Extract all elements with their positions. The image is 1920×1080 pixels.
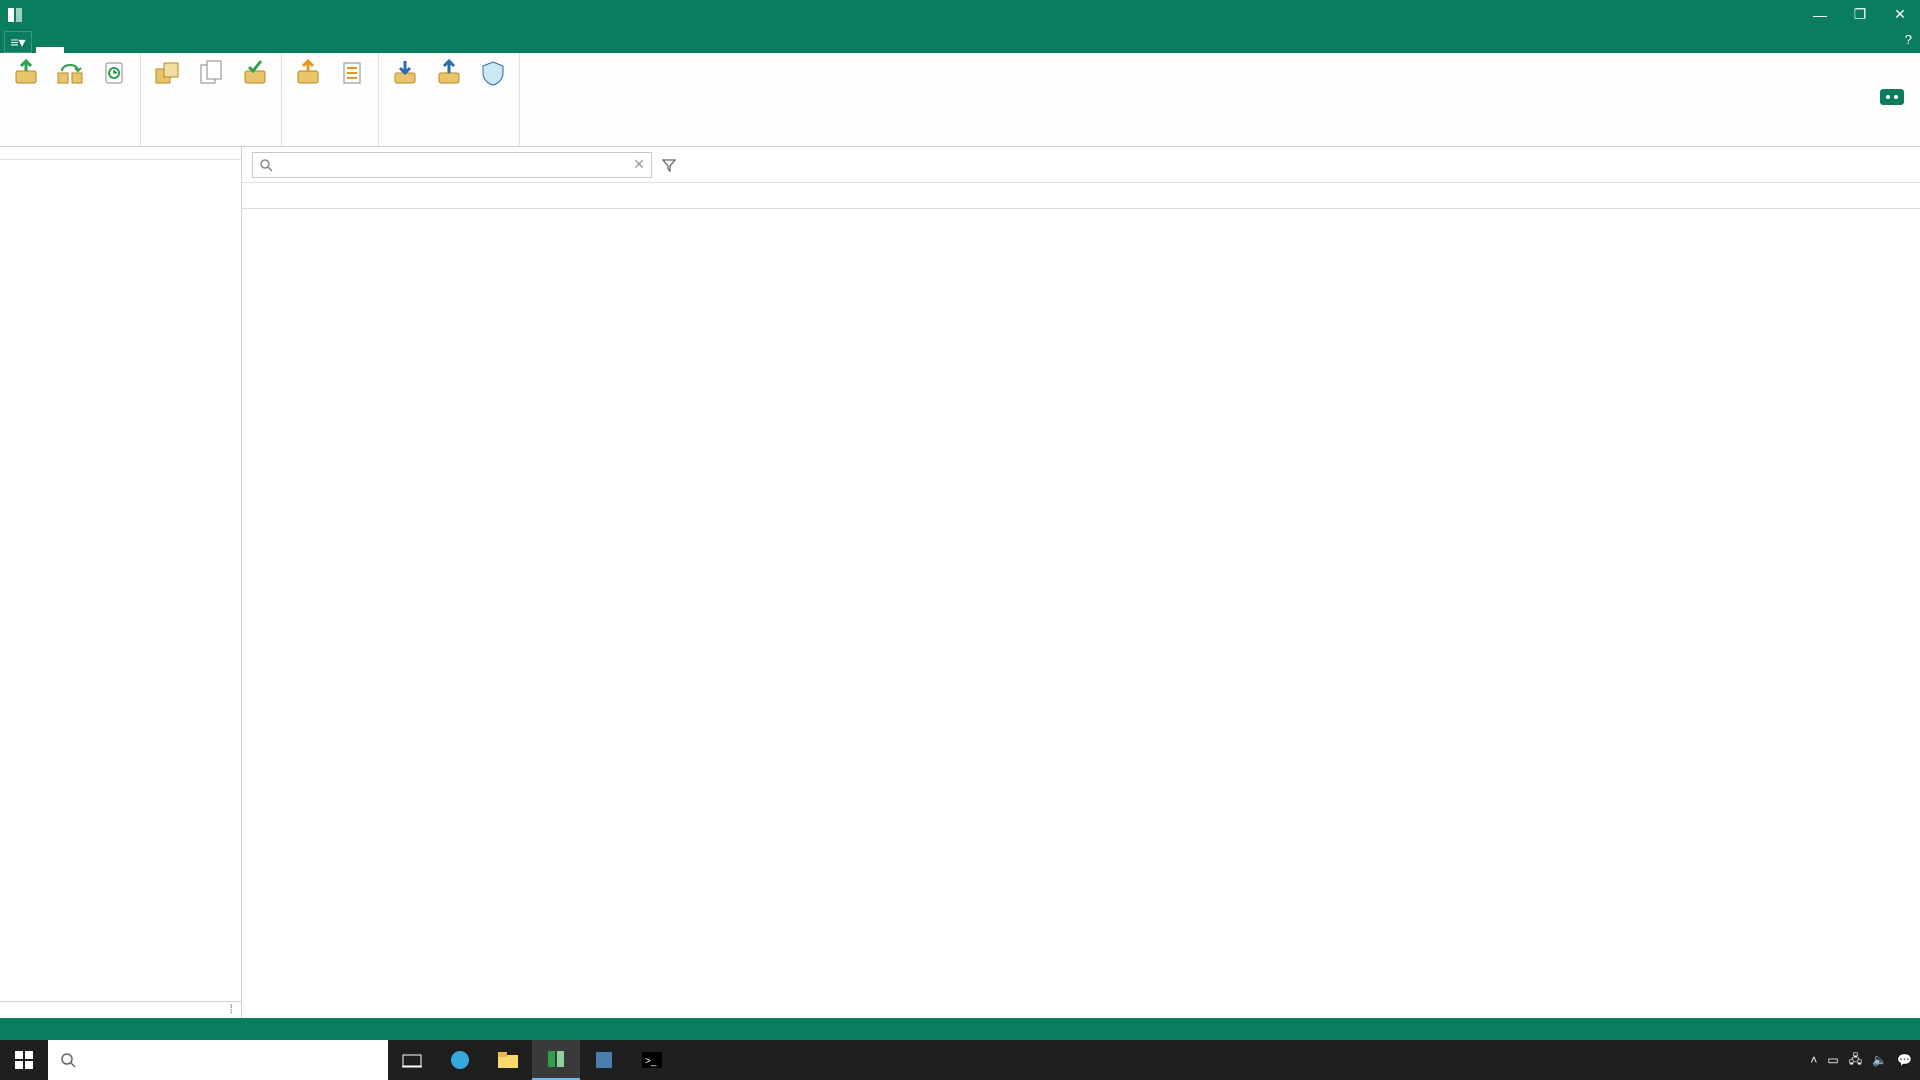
tray-network-icon[interactable]: 🖧	[1849, 1050, 1862, 1071]
tray-chevron-icon[interactable]: ˄	[1810, 1053, 1817, 1067]
tray-notifications-icon[interactable]: 💬	[1897, 1053, 1912, 1067]
search-input[interactable]	[279, 157, 633, 172]
start-button[interactable]	[0, 1040, 48, 1080]
backup-job-button[interactable]	[4, 53, 48, 144]
maximize-button[interactable]: ❐	[1840, 0, 1880, 29]
tray-icon[interactable]: ▭	[1827, 1053, 1838, 1067]
statusbar	[0, 1018, 1920, 1040]
ribbon-group-restore	[282, 53, 379, 146]
tray-volume-icon[interactable]: 🔈	[1872, 1053, 1887, 1067]
close-button[interactable]: ✕	[1880, 0, 1920, 29]
titlebar: — ❐ ✕	[0, 0, 1920, 29]
breadcrumb	[0, 147, 241, 160]
system-tray[interactable]: ˄ ▭ 🖧 🔈 💬	[1810, 1050, 1920, 1071]
ribbon	[0, 53, 1920, 147]
nav-collapse-icon[interactable]: ⁞	[0, 1002, 241, 1018]
filter-icon	[662, 158, 676, 172]
windows-taskbar: >_ ˄ ▭ 🖧 🔈 💬	[0, 1040, 1920, 1080]
cdp-policy-button[interactable]	[92, 53, 136, 144]
ribbon-group-actions	[379, 53, 520, 146]
taskbar-app-4[interactable]	[580, 1040, 628, 1080]
task-view-button[interactable]	[388, 1040, 436, 1080]
filter-all-jobs[interactable]	[662, 158, 682, 172]
help-icon[interactable]: ?	[1905, 32, 1912, 47]
taskbar-app-edge[interactable]	[436, 1040, 484, 1080]
security-compliance-button[interactable]	[471, 53, 515, 144]
search-icon	[259, 158, 273, 172]
clear-search-icon[interactable]: ✕	[633, 156, 645, 173]
taskbar-app-explorer[interactable]	[484, 1040, 532, 1080]
main-panel: ✕	[242, 147, 1920, 1018]
minimize-button[interactable]: —	[1800, 0, 1840, 29]
taskbar-app-terminal[interactable]: >_	[628, 1040, 676, 1080]
restore-button[interactable]	[286, 53, 330, 144]
failover-plan-button[interactable]	[330, 53, 374, 144]
import-backup-button[interactable]	[383, 53, 427, 144]
export-backup-button[interactable]	[427, 53, 471, 144]
surebackup-job-button[interactable]	[233, 53, 277, 144]
replication-job-button[interactable]	[48, 53, 92, 144]
file-menu-button[interactable]: ≡▾	[4, 31, 32, 53]
veeam-ai-button[interactable]	[1878, 85, 1906, 109]
searchbar: ✕	[242, 147, 1920, 183]
ribbon-right	[1864, 53, 1920, 146]
ribbon-group-primary-jobs	[0, 53, 141, 146]
taskbar-search[interactable]	[48, 1040, 388, 1080]
taskbar-app-veeam[interactable]	[532, 1040, 580, 1080]
nav-tree	[0, 160, 241, 1001]
sidebar: ⁞	[0, 147, 242, 1018]
ribbon-group-secondary-jobs	[141, 53, 282, 146]
table-header	[242, 183, 1920, 209]
ribbon-tabs: ≡▾ ?	[0, 29, 1920, 53]
copy-job-button[interactable]	[189, 53, 233, 144]
search-box[interactable]: ✕	[252, 152, 652, 178]
svg-text:>_: >_	[645, 1056, 657, 1067]
app-icon	[6, 5, 26, 25]
backup-copy-button[interactable]	[145, 53, 189, 144]
